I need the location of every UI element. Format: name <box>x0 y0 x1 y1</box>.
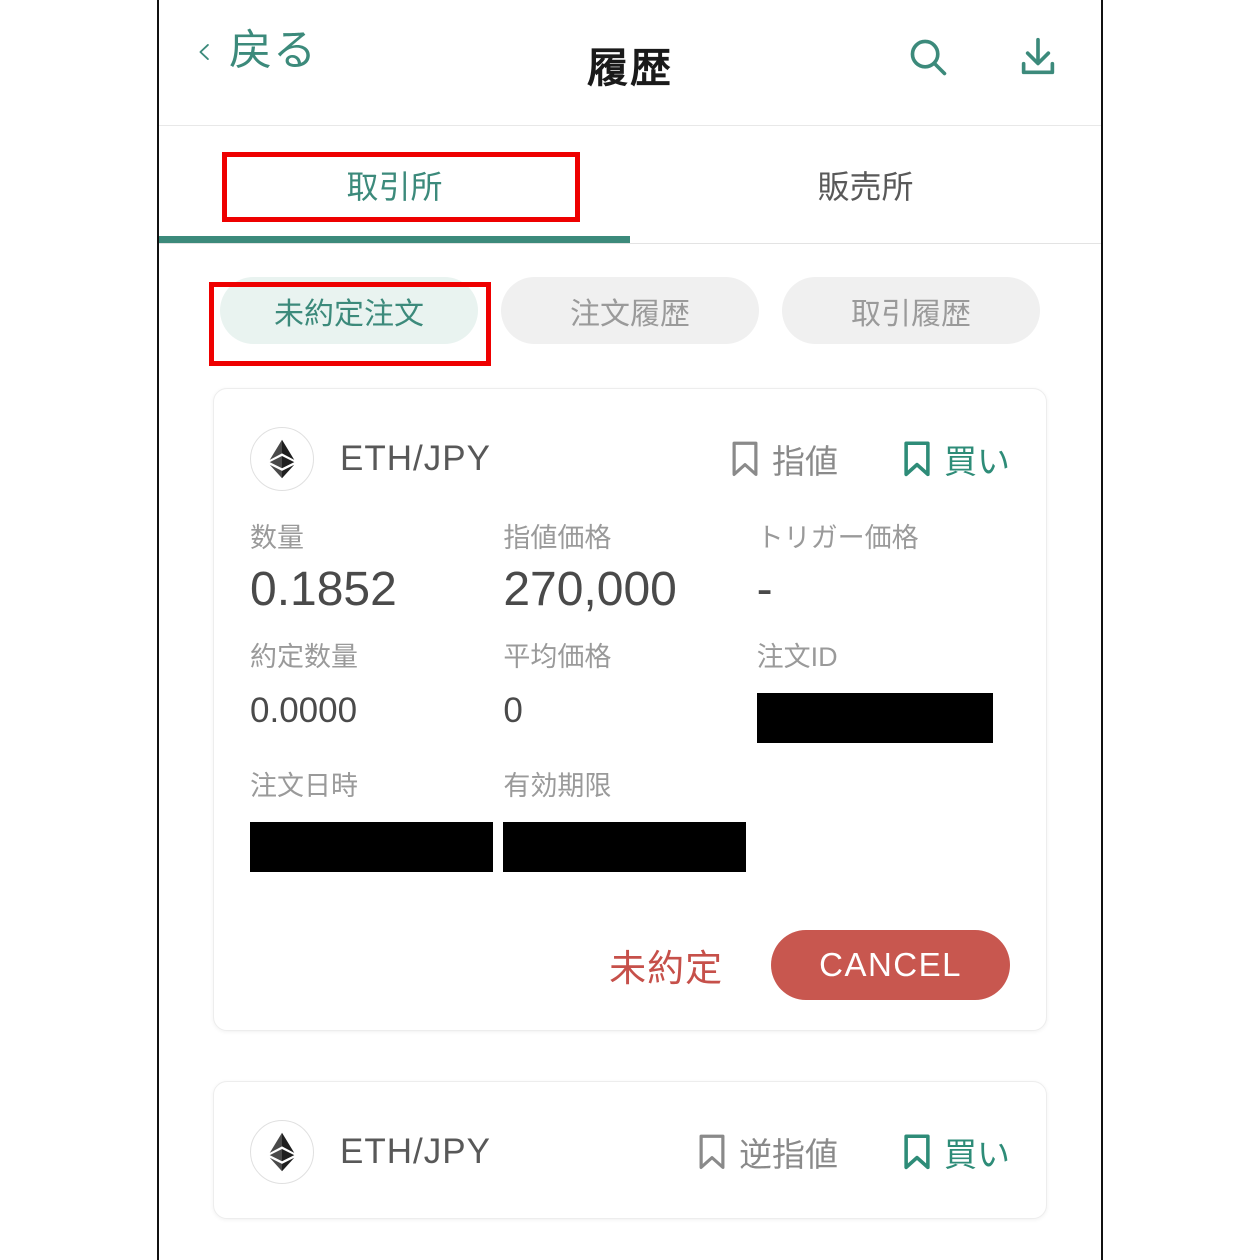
field-label: トリガー価格 <box>756 523 919 553</box>
field-order-id: 注文ID <box>756 642 1010 743</box>
pill-open-orders[interactable]: 未約定注文 <box>220 277 478 344</box>
field-expiry: 有効期限 <box>503 773 756 872</box>
app-header: 戻る 履歴 <box>159 0 1101 126</box>
order-card: ETH/JPY 指値 買い 数量 0.1852 指値価格 270,000 トリガ… <box>213 388 1047 1031</box>
order-card-list: ETH/JPY 指値 買い 数量 0.1852 指値価格 270,000 トリガ… <box>159 344 1101 1219</box>
tab-exchange[interactable]: 取引所 <box>159 126 630 243</box>
order-side-label: 買い <box>944 1136 1010 1173</box>
filter-pill-row: 未約定注文 注文履歴 取引履歴 <box>159 244 1101 344</box>
redaction-bar <box>756 693 993 743</box>
order-detail-row: 注文日時 有効期限 <box>250 773 1010 872</box>
field-filled-amount: 約定数量 0.0000 <box>250 644 503 743</box>
field-label: 数量 <box>250 523 304 553</box>
app-screen: 戻る 履歴 取引所 販売所 未約定注文 注文履歴 取引履歴 ETH/JPY 指値… <box>157 0 1103 1260</box>
pill-order-history[interactable]: 注文履歴 <box>501 277 759 344</box>
bookmark-icon <box>902 440 932 478</box>
active-tab-underline <box>159 236 630 243</box>
bookmark-icon <box>697 1133 727 1171</box>
field-label: 指値価格 <box>503 523 612 553</box>
order-type-label: 指値 <box>772 443 838 480</box>
order-card-footer: 未約定 CANCEL <box>250 930 1010 1000</box>
market-tabs: 取引所 販売所 <box>159 126 1101 244</box>
cancel-button[interactable]: CANCEL <box>771 930 1010 1000</box>
order-pair: ETH/JPY <box>340 439 491 478</box>
download-icon[interactable] <box>1015 34 1061 80</box>
order-side-tag: 買い <box>902 435 1010 483</box>
order-detail-row: 約定数量 0.0000 平均価格 0 注文ID <box>250 644 1010 743</box>
field-average-price: 平均価格 0 <box>503 644 756 743</box>
field-label: 約定数量 <box>250 642 358 672</box>
order-card: ETH/JPY 逆指値 買い <box>213 1081 1047 1219</box>
order-detail-row: 数量 0.1852 指値価格 270,000 トリガー価格 - <box>250 525 1010 614</box>
field-label: 注文日時 <box>250 771 358 801</box>
field-value: 0.0000 <box>250 691 358 730</box>
tab-sales[interactable]: 販売所 <box>630 126 1101 243</box>
field-empty <box>757 773 1010 872</box>
redaction-bar <box>250 822 493 872</box>
ethereum-icon <box>250 427 314 491</box>
field-label: 注文ID <box>756 642 838 672</box>
field-trigger-price: トリガー価格 - <box>757 525 1010 614</box>
field-label: 平均価格 <box>503 642 612 672</box>
field-value <box>250 822 503 872</box>
order-side-label: 買い <box>944 443 1010 480</box>
field-value: 0.1852 <box>250 563 397 616</box>
field-value: 270,000 <box>503 563 677 616</box>
order-card-header: ETH/JPY 指値 買い <box>250 423 1010 495</box>
order-card-header: ETH/JPY 逆指値 買い <box>250 1116 1010 1188</box>
field-value: 0 <box>503 691 523 730</box>
order-side-tag: 買い <box>902 1128 1010 1176</box>
field-value: - <box>756 563 773 616</box>
bookmark-icon <box>730 440 760 478</box>
status-badge: 未約定 <box>609 948 724 989</box>
ethereum-icon <box>250 1120 314 1184</box>
field-value <box>756 693 1010 743</box>
redaction-bar <box>503 822 747 872</box>
order-pair: ETH/JPY <box>340 1132 491 1171</box>
pill-trade-history[interactable]: 取引履歴 <box>782 277 1040 344</box>
field-amount: 数量 0.1852 <box>250 525 503 614</box>
field-value <box>503 822 756 872</box>
field-order-datetime: 注文日時 <box>250 773 503 872</box>
header-actions <box>905 34 1061 80</box>
search-icon[interactable] <box>905 34 951 80</box>
order-type-tag: 指値 <box>730 435 838 483</box>
bookmark-icon <box>902 1133 932 1171</box>
order-type-tag: 逆指値 <box>697 1128 838 1176</box>
order-type-label: 逆指値 <box>739 1136 838 1173</box>
field-limit-price: 指値価格 270,000 <box>503 525 756 614</box>
field-label: 有効期限 <box>503 771 612 801</box>
